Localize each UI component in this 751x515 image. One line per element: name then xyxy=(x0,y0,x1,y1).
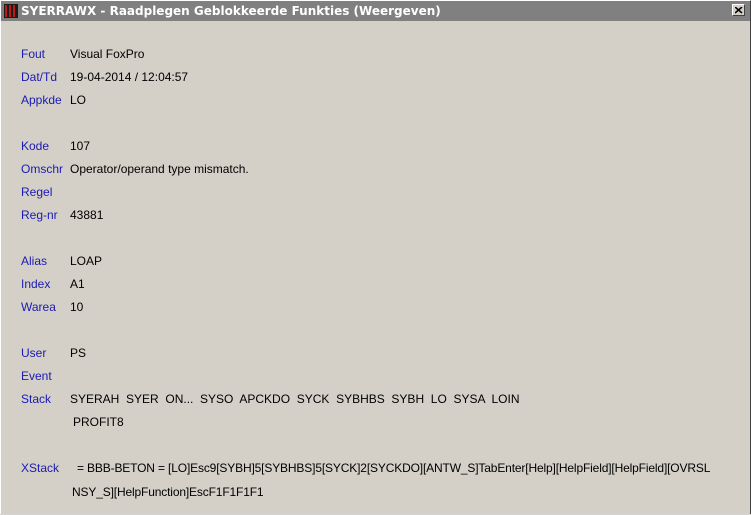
dattd-value: 19-04-2014 / 12:04:57 xyxy=(70,70,189,84)
dattd-label: Dat/Td xyxy=(21,70,58,84)
alias-value: LOAP xyxy=(70,254,103,268)
error-detail-window: SYERRAWX - Raadplegen Geblokkeerde Funkt… xyxy=(0,0,751,514)
omschr-value: Operator/operand type mismatch. xyxy=(70,162,249,176)
warea-value: 10 xyxy=(70,300,84,314)
close-button[interactable] xyxy=(732,4,745,16)
close-icon xyxy=(735,7,743,14)
stack-value: SYERAH SYER ON... SYSO APCKDO SYCK SYBHB… xyxy=(70,392,520,406)
event-label: Event xyxy=(21,369,52,383)
index-value: A1 xyxy=(70,277,85,291)
window-title: SYERRAWX - Raadplegen Geblokkeerde Funkt… xyxy=(21,4,441,18)
xstack-value: = BBB-BETON = [LO]Esc9[SYBH]5[SYBHBS]5[S… xyxy=(77,461,711,475)
appkde-label: Appkde xyxy=(21,93,62,107)
omschr-label: Omschr xyxy=(21,162,63,176)
app-icon xyxy=(4,4,18,18)
user-label: User xyxy=(21,346,47,360)
regel-label: Regel xyxy=(21,185,53,199)
index-label: Index xyxy=(21,277,51,291)
appkde-value: LO xyxy=(70,93,87,107)
regnr-value: 43881 xyxy=(70,208,104,222)
title-bar[interactable]: SYERRAWX - Raadplegen Geblokkeerde Funkt… xyxy=(1,1,750,21)
fout-value: Visual FoxPro xyxy=(70,47,145,61)
fout-label: Fout xyxy=(21,47,46,61)
warea-label: Warea xyxy=(21,300,56,314)
error-details: Fout Visual FoxPro Dat/Td 19-04-2014 / 1… xyxy=(1,21,750,515)
stack-label: Stack xyxy=(21,392,52,406)
regnr-label: Reg-nr xyxy=(21,208,58,222)
user-value: PS xyxy=(70,346,87,360)
kode-value: 107 xyxy=(70,139,91,153)
kode-label: Kode xyxy=(21,139,50,153)
xstack-label: XStack xyxy=(21,461,60,475)
xstack-value-continued: NSY_S][HelpFunction]EscF1F1F1F1 xyxy=(72,485,264,499)
stack-value-continued: PROFIT8 xyxy=(73,415,124,429)
alias-label: Alias xyxy=(21,254,48,268)
